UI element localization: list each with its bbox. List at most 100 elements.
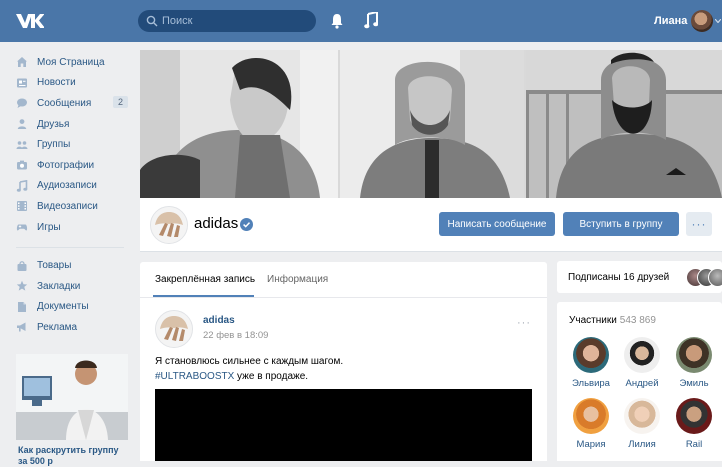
friends-subscribed-text[interactable]: Подписаны 16 друзей bbox=[568, 272, 669, 283]
friends-icon bbox=[16, 118, 28, 130]
notifications-bell-icon[interactable] bbox=[330, 13, 344, 29]
video-icon bbox=[16, 200, 28, 212]
member-item[interactable]: Rail bbox=[669, 398, 719, 450]
sidebar-item-label: Новости bbox=[37, 77, 76, 89]
post-text-rest: уже в продаже. bbox=[234, 371, 309, 382]
search-icon bbox=[146, 15, 158, 27]
sidebar-item-label: Игры bbox=[37, 221, 61, 233]
post-author-avatar[interactable] bbox=[155, 310, 193, 348]
post-hashtag-link[interactable]: #ULTRABOOSTX bbox=[155, 371, 234, 382]
group-name: adidas bbox=[194, 215, 239, 232]
groups-icon bbox=[16, 139, 28, 151]
member-item[interactable]: Мария bbox=[566, 398, 616, 450]
promo-caption[interactable]: Как раскрутить группу за 500 р bbox=[18, 445, 128, 467]
tabs-divider bbox=[140, 297, 547, 298]
camera-icon bbox=[16, 159, 28, 171]
member-avatar[interactable] bbox=[573, 398, 609, 434]
cover-photo-woman bbox=[140, 50, 338, 198]
member-avatar[interactable] bbox=[676, 398, 712, 434]
sidebar-item-label: Группы bbox=[37, 139, 71, 151]
user-avatar[interactable] bbox=[691, 10, 713, 32]
sidebar-divider bbox=[16, 247, 124, 249]
chevron-down-icon[interactable] bbox=[715, 19, 721, 23]
member-item[interactable]: Эмиль bbox=[669, 337, 719, 389]
vk-logo-icon[interactable] bbox=[14, 11, 44, 31]
member-avatar[interactable] bbox=[676, 337, 712, 373]
member-name[interactable]: Rail bbox=[669, 439, 719, 450]
members-title: Участники bbox=[569, 315, 617, 326]
group-cover-image bbox=[140, 50, 722, 198]
post-video-player[interactable] bbox=[155, 389, 532, 461]
post-menu-button[interactable]: ··· bbox=[517, 317, 531, 329]
music-icon bbox=[16, 179, 28, 192]
member-item[interactable]: Андрей bbox=[617, 337, 667, 389]
member-name[interactable]: Мария bbox=[566, 439, 616, 450]
search-placeholder: Поиск bbox=[162, 15, 193, 27]
post-text-line2: #ULTRABOOSTX уже в продаже. bbox=[155, 371, 308, 382]
members-count: 543 869 bbox=[619, 315, 656, 326]
sidebar-item-games[interactable]: Игры bbox=[16, 217, 132, 238]
user-name[interactable]: Лиана bbox=[654, 15, 687, 27]
sidebar-item-label: Сообщения bbox=[37, 97, 92, 109]
group-avatar[interactable] bbox=[150, 206, 188, 244]
tab-information[interactable]: Информация bbox=[267, 274, 328, 285]
star-icon bbox=[16, 280, 28, 292]
search-input[interactable]: Поиск bbox=[138, 10, 316, 32]
member-name[interactable]: Лилия bbox=[617, 439, 667, 450]
member-item[interactable]: Эльвира bbox=[566, 337, 616, 389]
tab-pinned-post[interactable]: Закреплённая запись bbox=[155, 274, 255, 285]
friend-avatar[interactable] bbox=[708, 268, 722, 287]
member-name[interactable]: Эмиль bbox=[669, 378, 719, 389]
active-tab-indicator bbox=[153, 295, 254, 297]
member-name[interactable]: Андрей bbox=[617, 378, 667, 389]
document-icon bbox=[16, 301, 28, 313]
members-heading[interactable]: Участники 543 869 bbox=[569, 315, 656, 326]
music-player-icon[interactable] bbox=[364, 12, 378, 29]
messages-icon bbox=[16, 97, 28, 109]
sidebar-item-friends[interactable]: Друзья bbox=[16, 114, 132, 135]
top-bar: Поиск Лиана bbox=[0, 0, 722, 42]
unread-messages-badge: 2 bbox=[112, 96, 128, 109]
member-avatar[interactable] bbox=[624, 337, 660, 373]
more-actions-button[interactable]: ··· bbox=[686, 212, 712, 236]
sidebar-item-label: Товары bbox=[37, 260, 72, 272]
sidebar-item-label: Документы bbox=[37, 301, 89, 313]
sidebar-item-ads[interactable]: Реклама bbox=[16, 317, 132, 338]
member-avatar[interactable] bbox=[573, 337, 609, 373]
sidebar-item-messages[interactable]: Сообщения 2 bbox=[16, 93, 132, 114]
member-name[interactable]: Эльвира bbox=[566, 378, 616, 389]
post-date[interactable]: 22 фев в 18:09 bbox=[203, 330, 268, 341]
shopping-bag-icon bbox=[16, 260, 28, 272]
promo-image[interactable] bbox=[16, 354, 128, 440]
sidebar-item-label: Аудиозаписи bbox=[37, 180, 97, 192]
post-text: Я становлюсь сильнее с каждым шагом. bbox=[155, 356, 344, 367]
sidebar-item-documents[interactable]: Документы bbox=[16, 297, 132, 318]
sidebar-item-news[interactable]: Новости bbox=[16, 73, 132, 94]
member-item[interactable]: Лилия bbox=[617, 398, 667, 450]
home-icon bbox=[16, 56, 28, 68]
sidebar-item-goods[interactable]: Товары bbox=[16, 255, 132, 276]
megaphone-icon bbox=[16, 321, 28, 333]
gamepad-icon bbox=[16, 221, 28, 233]
member-avatar[interactable] bbox=[624, 398, 660, 434]
post-author-name[interactable]: adidas bbox=[203, 315, 235, 326]
sidebar-nav: Моя Страница Новости Сообщения 2 Друзья … bbox=[16, 52, 132, 338]
sidebar-item-photos[interactable]: Фотографии bbox=[16, 155, 132, 176]
sidebar-item-videos[interactable]: Видеозаписи bbox=[16, 196, 132, 217]
sidebar-item-my-page[interactable]: Моя Страница bbox=[16, 52, 132, 73]
news-icon bbox=[16, 77, 28, 89]
join-group-button[interactable]: Вступить в группу bbox=[563, 212, 679, 236]
sidebar-item-label: Друзья bbox=[37, 118, 70, 130]
sidebar-item-bookmarks[interactable]: Закладки bbox=[16, 276, 132, 297]
sidebar-item-label: Реклама bbox=[37, 321, 78, 333]
sidebar-item-groups[interactable]: Группы bbox=[16, 134, 132, 155]
cover-photo-bearded-man bbox=[526, 50, 722, 198]
cover-photo-man-hood bbox=[340, 50, 524, 198]
write-message-button[interactable]: Написать сообщение bbox=[439, 212, 555, 236]
sidebar-item-label: Закладки bbox=[37, 280, 81, 292]
verified-badge-icon bbox=[240, 218, 253, 231]
sidebar-item-label: Моя Страница bbox=[37, 56, 105, 68]
sidebar-item-label: Фотографии bbox=[37, 159, 95, 171]
sidebar-item-label: Видеозаписи bbox=[37, 200, 98, 212]
sidebar-item-audio[interactable]: Аудиозаписи bbox=[16, 176, 132, 197]
